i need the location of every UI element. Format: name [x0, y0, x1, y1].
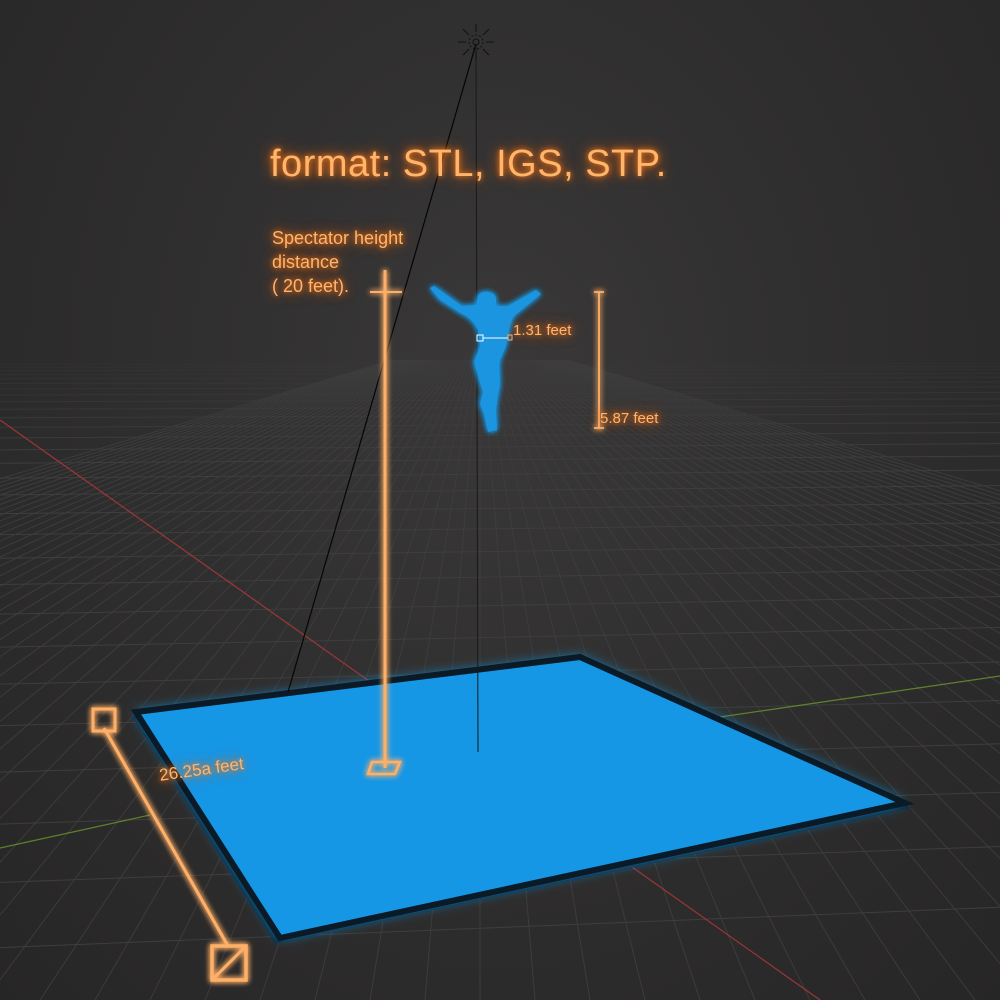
figure-width-label: 1.31 feet: [513, 322, 572, 339]
y-axis-line-right: [719, 675, 1000, 718]
format-title: format: STL, IGS, STP.: [270, 143, 667, 185]
sun-light-icon[interactable]: [458, 24, 494, 60]
spectator-distance-label: Spectator height distance ( 20 feet).: [272, 226, 442, 298]
floor-plane[interactable]: [130, 653, 915, 944]
spectator-line-1: Spectator height: [272, 228, 404, 248]
light-direction-line: [287, 43, 477, 693]
spectator-line-2: distance: [272, 252, 340, 272]
figure-height-label: 5.87 feet: [600, 410, 659, 427]
3d-viewport[interactable]: format: STL, IGS, STP. Spectator height …: [0, 0, 1000, 1000]
y-axis-line-left: [0, 814, 151, 849]
spectator-line-3: ( 20 feet).: [272, 276, 350, 296]
